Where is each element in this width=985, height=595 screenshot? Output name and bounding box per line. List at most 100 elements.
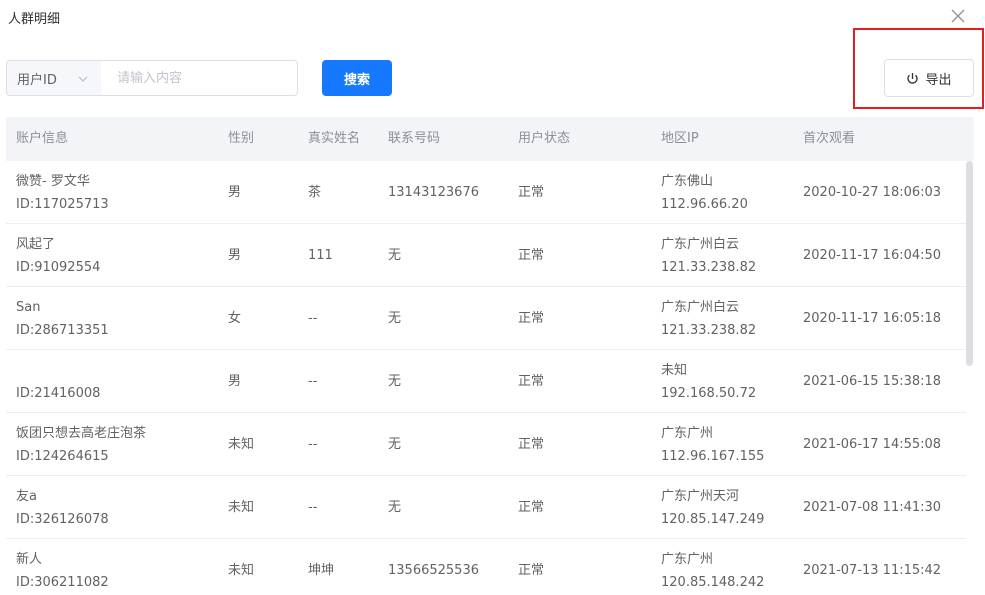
account-name: 新人: [16, 552, 43, 567]
region-ip-cell: 广东佛山 112.96.66.20: [661, 170, 748, 216]
account-id: ID:21416008: [16, 386, 101, 401]
ip-address: 120.85.147.249: [661, 512, 765, 527]
region-ip-cell: 广东广州白云 121.33.238.82: [661, 233, 756, 279]
gender-cell: 女: [228, 311, 242, 326]
first-view-cell: 2020-11-17 16:05:18: [803, 311, 942, 326]
account-cell: ID:21416008: [16, 359, 100, 405]
status-cell: 正常: [518, 248, 545, 263]
chevron-down-icon: [78, 76, 88, 82]
table-body: 微赞- 罗文华 ID:117025713 男 茶 13143123676 正常 广…: [6, 161, 966, 595]
region: 广东广州: [661, 552, 714, 567]
real-name-cell: --: [308, 311, 318, 326]
table-row[interactable]: 新人 ID:306211082 未知 坤坤 13566525536 正常 广东广州…: [6, 539, 966, 595]
first-view-cell: 2021-07-13 11:15:42: [803, 563, 942, 578]
account-name: 风起了: [16, 237, 56, 252]
region: 广东佛山: [661, 174, 714, 189]
account-id: ID:117025713: [16, 197, 109, 212]
export-button[interactable]: 导出: [884, 59, 974, 97]
gender-cell: 男: [228, 248, 242, 263]
region: 未知: [661, 363, 688, 378]
account-id: ID:91092554: [16, 260, 101, 275]
region: 广东广州白云: [661, 300, 740, 315]
account-cell: 新人 ID:306211082: [16, 548, 109, 594]
region-ip-cell: 广东广州天河 120.85.147.249: [661, 485, 764, 531]
account-name: San: [16, 300, 41, 315]
table-row[interactable]: 饭团只想去高老庄泡茶 ID:124264615 未知 -- 无 正常 广东广州 11…: [6, 413, 966, 476]
status-cell: 正常: [518, 185, 545, 200]
account-cell: 微赞- 罗文华 ID:117025713: [16, 170, 109, 216]
account-name: 微赞- 罗文华: [16, 174, 90, 189]
ip-address: 192.168.50.72: [661, 386, 757, 401]
ip-address: 112.96.167.155: [661, 449, 765, 464]
status-cell: 正常: [518, 563, 545, 578]
search-button[interactable]: 搜索: [322, 60, 392, 96]
account-id: ID:306211082: [16, 575, 109, 590]
phone-cell: 无: [388, 374, 402, 389]
gender-cell: 未知: [228, 563, 255, 578]
region: 广东广州: [661, 426, 714, 441]
ip-address: 121.33.238.82: [661, 323, 757, 338]
filter-field-select[interactable]: 用户ID: [6, 60, 102, 96]
column-header-first-view: 首次观看: [803, 131, 856, 146]
region-ip-cell: 广东广州白云 121.33.238.82: [661, 296, 756, 342]
close-icon: [951, 9, 965, 23]
real-name-cell: 茶: [308, 185, 322, 200]
column-header-status: 用户状态: [518, 131, 571, 146]
column-header-real-name: 真实姓名: [308, 131, 361, 146]
table-row[interactable]: 友a ID:326126078 未知 -- 无 正常 广东广州天河 120.85.1…: [6, 476, 966, 539]
real-name-cell: --: [308, 437, 318, 452]
real-name-cell: --: [308, 374, 318, 389]
phone-cell: 无: [388, 500, 402, 515]
table-row[interactable]: 风起了 ID:91092554 男 111 无 正常 广东广州白云 121.33.2…: [6, 224, 966, 287]
account-id: ID:326126078: [16, 512, 109, 527]
audience-table: 账户信息 性别 真实姓名 联系号码 用户状态 地区IP 首次观看 微赞- 罗文华…: [6, 117, 974, 595]
export-button-label: 导出: [925, 72, 952, 88]
gender-cell: 未知: [228, 437, 255, 452]
real-name-cell: --: [308, 500, 318, 515]
column-header-phone: 联系号码: [388, 131, 441, 146]
account-cell: 友a ID:326126078: [16, 485, 109, 531]
column-header-gender: 性别: [228, 131, 255, 146]
first-view-cell: 2021-06-15 15:38:18: [803, 374, 942, 389]
account-name: 友a: [16, 489, 37, 504]
table-header: 账户信息 性别 真实姓名 联系号码 用户状态 地区IP 首次观看: [6, 117, 974, 161]
table-scrollbar[interactable]: [965, 161, 974, 595]
column-header-account: 账户信息: [16, 131, 69, 146]
first-view-cell: 2020-11-17 16:04:50: [803, 248, 942, 263]
ip-address: 121.33.238.82: [661, 260, 757, 275]
gender-cell: 男: [228, 374, 242, 389]
account-name: [16, 359, 100, 382]
dialog-title: 人群明细: [8, 12, 61, 27]
phone-cell: 13566525536: [388, 563, 479, 578]
phone-cell: 无: [388, 437, 402, 452]
status-cell: 正常: [518, 437, 545, 452]
first-view-cell: 2021-06-17 14:55:08: [803, 437, 942, 452]
ip-address: 120.85.148.242: [661, 575, 765, 590]
region-ip-cell: 未知 192.168.50.72: [661, 359, 756, 405]
table-row[interactable]: ID:21416008 男 -- 无 正常 未知 192.168.50.72 20…: [6, 350, 966, 413]
account-id: ID:286713351: [16, 323, 109, 338]
table-row[interactable]: 微赞- 罗文华 ID:117025713 男 茶 13143123676 正常 广…: [6, 161, 966, 224]
first-view-cell: 2021-07-08 11:41:30: [803, 500, 942, 515]
gender-cell: 未知: [228, 500, 255, 515]
search-input[interactable]: [101, 60, 298, 96]
region-ip-cell: 广东广州 112.96.167.155: [661, 422, 764, 468]
status-cell: 正常: [518, 311, 545, 326]
table-row[interactable]: San ID:286713351 女 -- 无 正常 广东广州白云 121.33.2…: [6, 287, 966, 350]
account-cell: San ID:286713351: [16, 296, 109, 342]
column-header-region-ip: 地区IP: [661, 131, 699, 146]
account-cell: 饭团只想去高老庄泡茶 ID:124264615: [16, 422, 146, 468]
close-button[interactable]: [949, 7, 967, 25]
region: 广东广州天河: [661, 489, 740, 504]
scrollbar-thumb[interactable]: [966, 161, 973, 366]
account-name: 饭团只想去高老庄泡茶: [16, 426, 147, 441]
ip-address: 112.96.66.20: [661, 197, 748, 212]
region-ip-cell: 广东广州 120.85.148.242: [661, 548, 764, 594]
phone-cell: 无: [388, 248, 402, 263]
real-name-cell: 111: [308, 248, 333, 263]
phone-cell: 13143123676: [388, 185, 479, 200]
real-name-cell: 坤坤: [308, 563, 335, 578]
first-view-cell: 2020-10-27 18:06:03: [803, 185, 942, 200]
account-cell: 风起了 ID:91092554: [16, 233, 100, 279]
status-cell: 正常: [518, 374, 545, 389]
